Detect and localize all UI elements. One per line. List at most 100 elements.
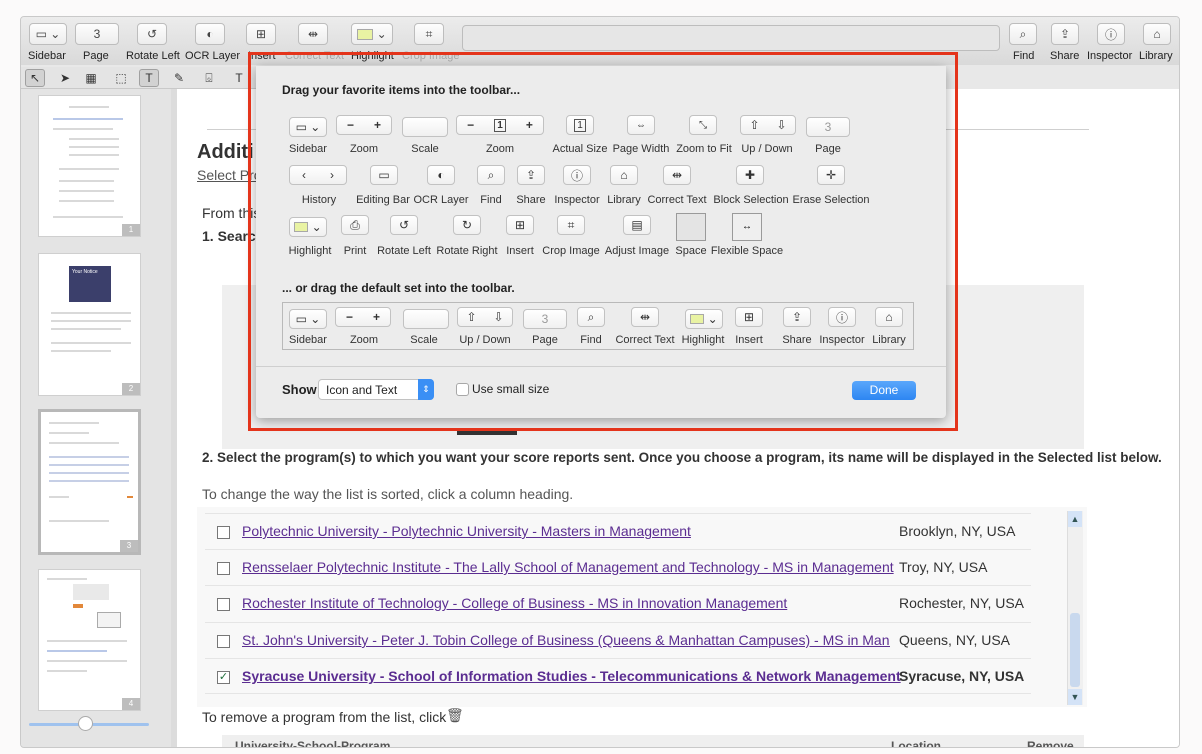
share-button[interactable]: ⇪ (1051, 23, 1079, 45)
find-button[interactable]: ⌕ (1009, 23, 1037, 45)
default-toolbar-set[interactable]: ▭ ⌄ Sidebar − + Zoom Scale ⇧ ⇩ Up / Down 3… (282, 302, 914, 350)
palette-erase-selection-button[interactable]: ✛ (817, 165, 845, 185)
correct-text-button[interactable]: ⇹ (298, 23, 328, 45)
palette-find-button[interactable]: ⌕ (477, 165, 505, 185)
default-correct-text-button: ⇹ (631, 307, 659, 327)
palette-crop-image-button[interactable]: ⌗ (557, 215, 585, 235)
program-row[interactable]: St. John's University - Peter J. Tobin C… (205, 622, 1031, 658)
page-field[interactable]: 3 (75, 23, 119, 45)
inspector-button[interactable]: ⓘ (1097, 23, 1125, 45)
scroll-up-arrow-icon[interactable]: ▲ (1068, 511, 1082, 527)
show-mode-select[interactable]: Icon and Text ⇕ (318, 379, 434, 400)
program-checkbox[interactable] (217, 562, 230, 575)
ocr-layer-button[interactable]: ◐ (195, 23, 225, 45)
plus-icon[interactable]: + (374, 118, 381, 132)
palette-actual-size-button[interactable]: 1 (566, 115, 594, 135)
program-checkbox[interactable] (217, 526, 230, 539)
palette-inspector-button[interactable]: ⓘ (563, 165, 591, 185)
palette-flexible-space-item[interactable]: ↔ (732, 213, 762, 241)
eraser-tool-icon[interactable]: ✎ (169, 69, 189, 87)
default-highlight-label: Highlight (681, 334, 725, 346)
sidebar-button[interactable]: ▭ ⌄ (29, 23, 67, 45)
pointer-tool-icon[interactable]: ➤ (55, 69, 75, 87)
palette-space-item[interactable] (676, 213, 706, 241)
program-link[interactable]: St. John's University - Peter J. Tobin C… (242, 632, 890, 648)
program-row[interactable]: Polytechnic University - Polytechnic Uni… (205, 513, 1031, 549)
palette-scale-field[interactable] (402, 117, 448, 137)
back-chevron-icon[interactable]: ‹ (302, 168, 306, 182)
insert-button[interactable]: ⊞ (246, 23, 276, 45)
minus-icon[interactable]: − (347, 118, 354, 132)
program-row[interactable]: Rensselaer Polytechnic Institute - The L… (205, 549, 1031, 585)
page-thumbnail[interactable]: 1 (38, 95, 141, 237)
palette-ocr-layer-button[interactable]: ◐ (427, 165, 455, 185)
page-label: Page (83, 50, 109, 62)
program-row-selected[interactable]: ✓ Syracuse University - School of Inform… (205, 658, 1031, 694)
highlight-swatch-icon (357, 28, 374, 40)
palette-adjust-image-button[interactable]: ▤ (623, 215, 651, 235)
page-thumbnail[interactable]: 4 (38, 569, 141, 711)
palette-rotate-right-button[interactable]: ↻ (453, 215, 481, 235)
program-checkbox[interactable] (217, 635, 230, 648)
crop-icon: ⌗ (567, 217, 575, 232)
done-button[interactable]: Done (852, 381, 916, 400)
page-down-icon[interactable]: ⇩ (776, 118, 786, 132)
palette-correct-text-button[interactable]: ⇹ (663, 165, 691, 185)
program-link[interactable]: Polytechnic University - Polytechnic Uni… (242, 523, 691, 539)
default-inspector-label: Inspector (819, 334, 865, 346)
palette-zoom-actual-stepper[interactable]: − 1 + (456, 115, 544, 135)
col-remove-header[interactable]: Remove (1027, 739, 1074, 747)
palette-sidebar-button[interactable]: ▭ ⌄ (289, 117, 327, 137)
rect-select-tool-icon[interactable]: ⬚ (111, 69, 131, 87)
slider-knob[interactable] (78, 716, 93, 731)
palette-print-button[interactable]: ⎙ (341, 215, 369, 235)
palette-share-button[interactable]: ⇪ (517, 165, 545, 185)
page-thumbnail[interactable]: Your Notice 2 (38, 253, 141, 396)
insert-label: Insert (248, 50, 276, 62)
rotate-left-button[interactable]: ↺ (137, 23, 167, 45)
palette-zoom-stepper[interactable]: − + (336, 115, 392, 135)
small-size-checkbox[interactable] (456, 383, 469, 396)
palette-block-selection-button[interactable]: ✚ (736, 165, 764, 185)
scroll-thumb[interactable] (1070, 613, 1080, 687)
palette-highlight-button[interactable]: ⌄ (289, 217, 327, 237)
program-checkbox-checked[interactable]: ✓ (217, 671, 230, 684)
page-up-icon[interactable]: ⇧ (749, 118, 759, 132)
palette-up-down-buttons[interactable]: ⇧ ⇩ (740, 115, 796, 135)
crop-image-button[interactable]: ⌗ (414, 23, 444, 45)
default-sidebar-label: Sidebar (289, 334, 327, 346)
program-row[interactable]: Rochester Institute of Technology - Coll… (205, 585, 1031, 621)
highlight-button[interactable]: ⌄ (351, 23, 393, 45)
col-location-header[interactable]: Location (891, 739, 941, 747)
remove-hint: To remove a program from the list, click (202, 709, 447, 725)
program-link[interactable]: Syracuse University - School of Informat… (242, 668, 901, 684)
palette-rotate-left-button[interactable]: ↺ (390, 215, 418, 235)
scroll-down-arrow-icon[interactable]: ▼ (1068, 689, 1082, 705)
text-select-tool-icon[interactable]: ↖ (25, 69, 45, 87)
library-button[interactable]: ⌂ (1143, 23, 1171, 45)
palette-history-buttons[interactable]: ‹ › (289, 165, 347, 185)
minus-icon[interactable]: − (467, 118, 474, 132)
forward-chevron-icon[interactable]: › (330, 168, 334, 182)
stamp-tool-icon[interactable]: ⌺ (199, 69, 219, 87)
col-program-header[interactable]: University-School-Program (235, 739, 390, 747)
text-tool-icon[interactable]: T (229, 69, 249, 87)
palette-page-width-button[interactable]: ⇔ (627, 115, 655, 135)
palette-page-field[interactable]: 3 (806, 117, 850, 137)
page-thumbnail-selected[interactable]: 3 (38, 409, 141, 555)
palette-editing-bar-button[interactable]: ▭ (370, 165, 398, 185)
program-checkbox[interactable] (217, 598, 230, 611)
program-link[interactable]: Rochester Institute of Technology - Coll… (242, 595, 787, 611)
edit-text-tool-icon[interactable]: T (139, 69, 159, 87)
thumbnail-sidebar: 1 Your Notice 2 3 4 (21, 89, 171, 747)
palette-library-button[interactable]: ⌂ (610, 165, 638, 185)
palette-insert-button[interactable]: ⊞ (506, 215, 534, 235)
page-width-icon: ⇔ (636, 119, 646, 131)
sheet-footer: Show Icon and Text ⇕ Use small size Done (256, 366, 946, 418)
palette-zoom-to-fit-button[interactable]: ⤡ (689, 115, 717, 135)
ocr-select-tool-icon[interactable]: ▦ (81, 69, 101, 87)
palette-crop-image-label: Crop Image (542, 245, 600, 257)
actual-size-icon[interactable]: 1 (494, 118, 506, 132)
plus-icon[interactable]: + (526, 118, 533, 132)
program-link[interactable]: Rensselaer Polytechnic Institute - The L… (242, 559, 894, 575)
